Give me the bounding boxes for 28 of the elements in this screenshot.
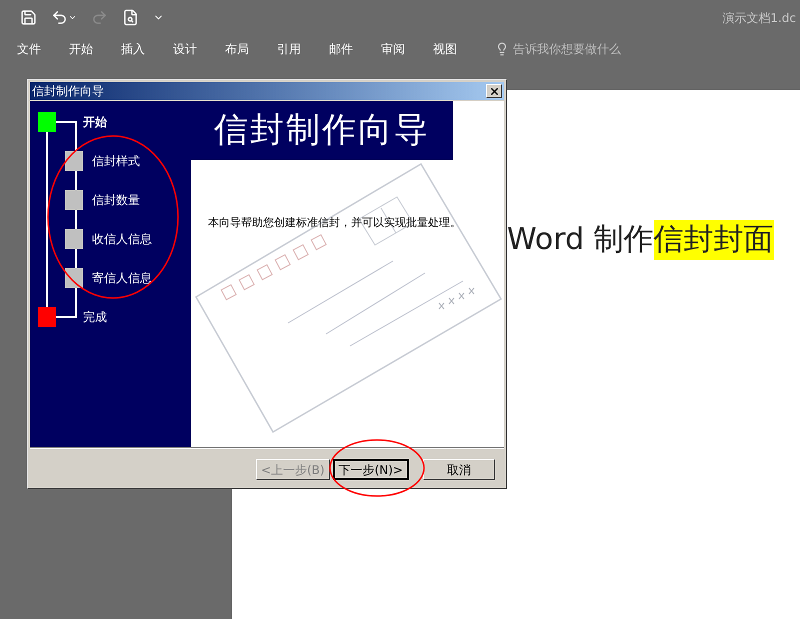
step-label: 寄信人信息 [92, 270, 152, 286]
ribbon-tab[interactable]: 布局 [225, 40, 277, 58]
step-label: 信封样式 [92, 152, 140, 170]
print-preview-icon[interactable] [122, 9, 139, 26]
undo-icon[interactable] [51, 9, 77, 26]
document-text: Word 制作 [507, 221, 654, 259]
step-label: 信封数量 [92, 192, 140, 208]
ribbon-tab[interactable]: 开始 [69, 40, 121, 58]
ribbon-tab[interactable]: 引用 [277, 40, 329, 58]
step-label: 收信人信息 [92, 230, 152, 248]
intro-text: 本向导帮助您创建标准信封，并可以实现批量处理。 [208, 215, 462, 231]
lightbulb-icon [495, 42, 509, 56]
save-icon[interactable] [20, 9, 37, 26]
close-icon[interactable] [486, 84, 502, 98]
step-label: 完成 [83, 308, 107, 326]
ribbon-tab[interactable]: 设计 [173, 40, 225, 58]
ribbon-tab[interactable]: 插入 [121, 40, 173, 58]
wizard-button[interactable]: 下一步(N)> [332, 458, 409, 480]
document-title: 演示文档1.dc [722, 10, 797, 26]
ribbon-tab[interactable]: 审阅 [381, 40, 433, 58]
ribbon-tab[interactable]: 视图 [433, 40, 485, 58]
wizard-button[interactable]: 取消 [423, 459, 495, 480]
ribbon-tab[interactable]: 文件 [17, 40, 69, 58]
step-label: 开始 [83, 114, 107, 130]
tell-me-field[interactable]: 告诉我你想要做什么 [495, 40, 663, 58]
ribbon-tab[interactable]: 邮件 [329, 40, 381, 58]
dialog-title: 信封制作向导 [32, 83, 104, 100]
banner-title: 信封制作向导 [214, 109, 430, 152]
